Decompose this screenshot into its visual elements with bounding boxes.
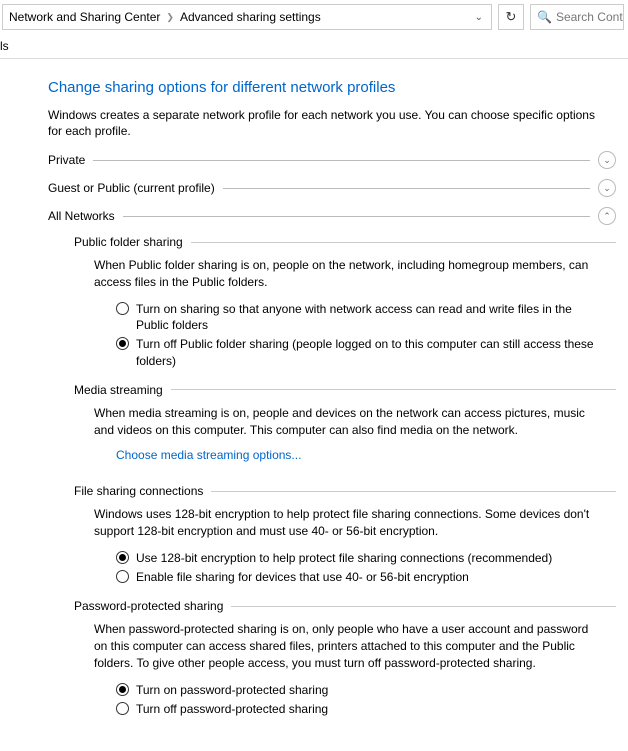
toolbar-text-fragment: ls — [0, 39, 9, 53]
radio-public-folder-off[interactable]: Turn off Public folder sharing (people l… — [116, 336, 616, 368]
search-placeholder: Search Cont — [556, 10, 623, 24]
radio-icon — [116, 337, 129, 350]
radio-label: Turn off Public folder sharing (people l… — [136, 336, 606, 368]
breadcrumb-current[interactable]: Advanced sharing settings — [180, 10, 321, 24]
section-label: Private — [48, 153, 85, 167]
chevron-down-icon[interactable]: ⌄ — [598, 179, 616, 197]
radio-password-on[interactable]: Turn on password-protected sharing — [116, 682, 616, 698]
section-label: Guest or Public (current profile) — [48, 181, 215, 195]
page-title: Change sharing options for different net… — [48, 79, 616, 96]
divider — [191, 242, 616, 243]
divider — [93, 160, 590, 161]
subsection-heading: Password-protected sharing — [74, 599, 223, 613]
radio-label: Turn off password-protected sharing — [136, 701, 328, 717]
address-bar[interactable]: Network and Sharing Center ❯ Advanced sh… — [2, 4, 492, 30]
subsection-file-sharing: File sharing connections — [74, 484, 616, 498]
subsection-heading: Media streaming — [74, 383, 163, 397]
divider — [211, 491, 616, 492]
breadcrumb-parent[interactable]: Network and Sharing Center — [9, 10, 160, 24]
radio-public-folder-on[interactable]: Turn on sharing so that anyone with netw… — [116, 301, 616, 333]
toolbar: ls — [0, 34, 628, 59]
media-streaming-link[interactable]: Choose media streaming options... — [116, 448, 301, 462]
radio-icon — [116, 551, 129, 564]
chevron-up-icon[interactable]: ⌃ — [598, 207, 616, 225]
address-dropdown-icon[interactable]: ⌄ — [473, 12, 485, 23]
page-description: Windows creates a separate network profi… — [48, 107, 608, 139]
subsection-heading: Public folder sharing — [74, 235, 183, 249]
radio-icon — [116, 702, 129, 715]
subsection-description: When media streaming is on, people and d… — [94, 405, 604, 439]
subsection-description: When password-protected sharing is on, o… — [94, 621, 604, 671]
radio-label: Use 128-bit encryption to help protect f… — [136, 550, 552, 566]
section-guest-public[interactable]: Guest or Public (current profile) ⌄ — [48, 179, 616, 197]
radio-label: Enable file sharing for devices that use… — [136, 569, 469, 585]
divider — [171, 389, 616, 390]
radio-label: Turn on sharing so that anyone with netw… — [136, 301, 606, 333]
subsection-public-folder: Public folder sharing — [74, 235, 616, 249]
radio-icon — [116, 570, 129, 583]
subsection-password-protected: Password-protected sharing — [74, 599, 616, 613]
refresh-button[interactable]: ↻ — [498, 4, 524, 30]
subsection-media-streaming: Media streaming — [74, 383, 616, 397]
divider — [231, 606, 616, 607]
subsection-description: Windows uses 128-bit encryption to help … — [94, 506, 604, 540]
search-icon: 🔍 — [537, 10, 552, 24]
chevron-right-icon: ❯ — [166, 12, 174, 23]
section-private[interactable]: Private ⌄ — [48, 151, 616, 169]
chevron-down-icon[interactable]: ⌄ — [598, 151, 616, 169]
radio-icon — [116, 302, 129, 315]
section-all-networks[interactable]: All Networks ⌃ — [48, 207, 616, 225]
radio-icon — [116, 683, 129, 696]
search-input[interactable]: 🔍 Search Cont — [530, 4, 624, 30]
subsection-heading: File sharing connections — [74, 484, 203, 498]
section-label: All Networks — [48, 209, 115, 223]
divider — [223, 188, 590, 189]
radio-password-off[interactable]: Turn off password-protected sharing — [116, 701, 616, 717]
subsection-description: When Public folder sharing is on, people… — [94, 257, 604, 291]
divider — [123, 216, 590, 217]
radio-label: Turn on password-protected sharing — [136, 682, 328, 698]
radio-encryption-40-56[interactable]: Enable file sharing for devices that use… — [116, 569, 616, 585]
radio-encryption-128[interactable]: Use 128-bit encryption to help protect f… — [116, 550, 616, 566]
